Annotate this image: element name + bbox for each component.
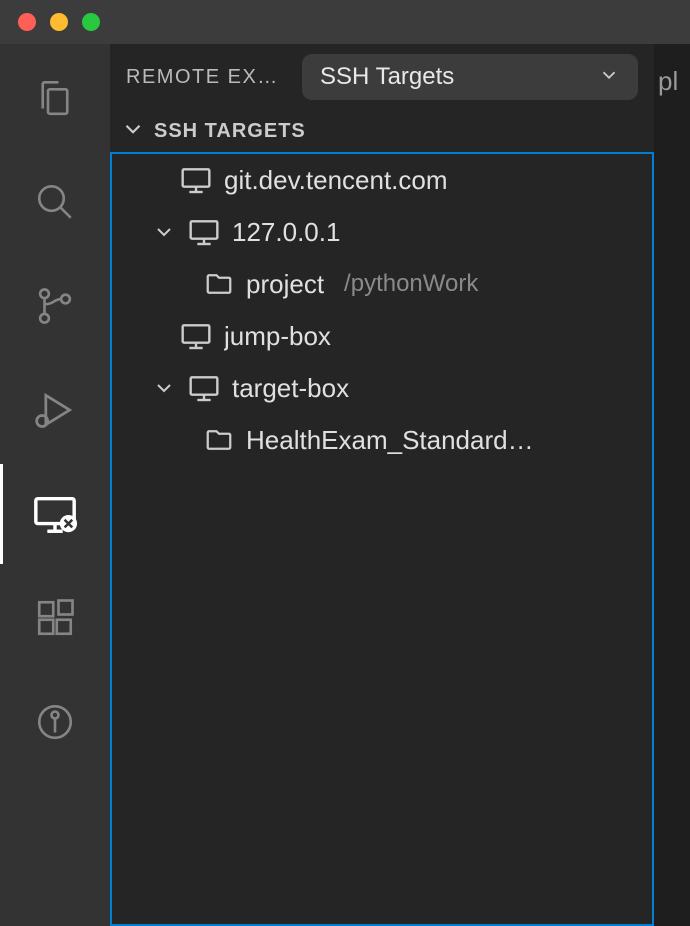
chevron-down-icon — [152, 376, 176, 400]
partial-text: pl — [658, 66, 678, 926]
activity-bar — [0, 44, 110, 926]
titlebar — [0, 0, 690, 44]
chevron-down-icon — [152, 220, 176, 244]
ssh-host-item[interactable]: git.dev.tencent.com — [112, 154, 652, 206]
ssh-folder-item[interactable]: project /pythonWork — [112, 258, 652, 310]
source-control-icon[interactable] — [31, 282, 79, 330]
editor-area-partial: pl — [654, 44, 690, 926]
dropdown-selected-label: SSH Targets — [320, 63, 454, 91]
monitor-icon — [188, 216, 220, 248]
folder-label: project — [246, 269, 324, 300]
folder-label: HealthExam_Standard… — [246, 425, 534, 456]
explorer-icon[interactable] — [31, 74, 79, 122]
folder-icon — [204, 269, 234, 299]
ssh-host-item[interactable]: target-box — [112, 362, 652, 414]
remote-explorer-icon[interactable] — [31, 490, 79, 538]
chevron-down-icon — [598, 64, 620, 91]
host-label: git.dev.tencent.com — [224, 165, 448, 196]
section-title: SSH TARGETS — [154, 120, 306, 143]
monitor-icon — [180, 164, 212, 196]
sidebar-title: REMOTE EXP… — [126, 66, 290, 89]
ssh-host-item[interactable]: jump-box — [112, 310, 652, 362]
extensions-icon[interactable] — [31, 594, 79, 642]
ssh-host-item[interactable]: 127.0.0.1 — [112, 206, 652, 258]
folder-icon — [204, 425, 234, 455]
host-label: 127.0.0.1 — [232, 217, 340, 248]
monitor-icon — [180, 320, 212, 352]
close-window-button[interactable] — [18, 13, 36, 31]
search-icon[interactable] — [31, 178, 79, 226]
chevron-down-icon — [120, 116, 146, 147]
gitlens-icon[interactable] — [31, 698, 79, 746]
minimize-window-button[interactable] — [50, 13, 68, 31]
ssh-targets-section-header[interactable]: SSH TARGETS — [110, 110, 654, 152]
ssh-folder-item[interactable]: HealthExam_Standard… — [112, 414, 652, 466]
monitor-icon — [188, 372, 220, 404]
host-label: jump-box — [224, 321, 331, 352]
host-label: target-box — [232, 373, 349, 404]
remote-explorer-sidebar: REMOTE EXP… SSH Targets SSH TARGETS — [110, 44, 654, 926]
sidebar-header: REMOTE EXP… SSH Targets — [110, 44, 654, 110]
ssh-targets-tree: git.dev.tencent.com 127.0.0.1 project — [110, 152, 654, 926]
folder-path: /pythonWork — [344, 270, 478, 298]
maximize-window-button[interactable] — [82, 13, 100, 31]
run-debug-icon[interactable] — [31, 386, 79, 434]
remote-type-dropdown[interactable]: SSH Targets — [302, 54, 638, 100]
